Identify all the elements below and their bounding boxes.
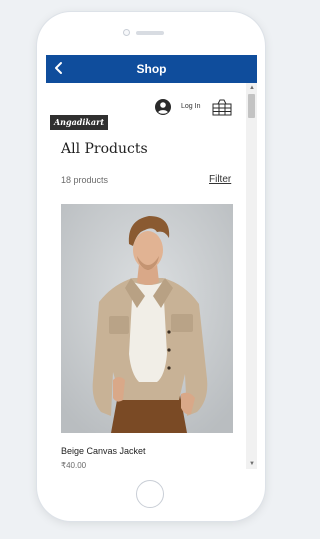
filter-button[interactable]: Filter	[209, 174, 231, 185]
brand-logo[interactable]: Angadikart	[50, 115, 108, 130]
scroll-down-arrow-icon[interactable]: ▼	[249, 461, 255, 467]
user-avatar-icon[interactable]	[155, 99, 171, 115]
page: Shop Log In Angadikart All Products 18 p…	[0, 0, 300, 539]
top-app-bar: Shop	[46, 55, 257, 83]
product-price: ₹40.00	[61, 461, 87, 469]
app-screen: Shop Log In Angadikart All Products 18 p…	[46, 55, 257, 469]
login-link[interactable]: Log In	[181, 103, 200, 110]
page-content: Log In Angadikart All Products 18 produc…	[46, 83, 246, 469]
app-bar-title: Shop	[136, 62, 167, 76]
scroll-up-arrow-icon[interactable]: ▲	[249, 85, 255, 91]
shopping-cart-icon[interactable]	[211, 98, 233, 117]
speaker-grille	[136, 31, 164, 35]
vertical-scrollbar[interactable]: ▲ ▼	[246, 83, 257, 469]
page-title: All Products	[61, 141, 148, 157]
product-count: 18 products	[61, 175, 109, 185]
camera-icon	[123, 29, 130, 36]
home-button[interactable]	[136, 480, 164, 508]
product-name[interactable]: Beige Canvas Jacket	[61, 446, 146, 456]
jacket-model-photo	[61, 204, 233, 433]
scrollbar-thumb[interactable]	[248, 94, 255, 118]
product-card[interactable]: Beige Canvas Jacket ₹40.00	[61, 204, 233, 469]
product-image[interactable]	[61, 204, 233, 433]
